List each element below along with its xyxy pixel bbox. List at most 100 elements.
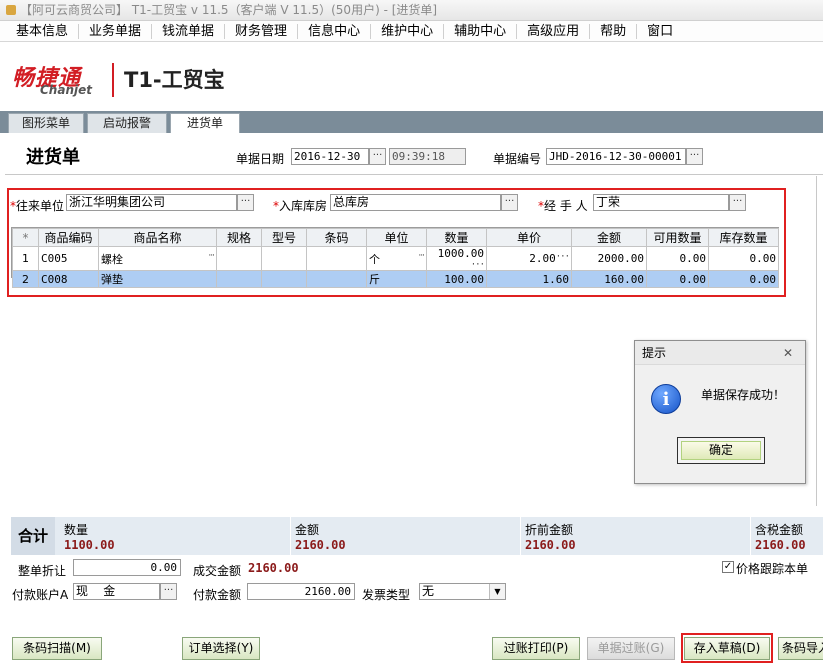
- warehouse-field[interactable]: 总库房: [330, 194, 501, 211]
- cell-available: 0.00: [646, 270, 709, 288]
- cell-available: 0.00: [646, 246, 709, 271]
- menu-maintenance[interactable]: 维护中心: [371, 23, 445, 39]
- barcode-import-button[interactable]: 条码导入: [778, 637, 823, 660]
- col-header[interactable]: 可用数量: [646, 228, 709, 247]
- col-header[interactable]: 库存数量: [708, 228, 779, 247]
- table-row[interactable]: 2 C008 弹垫 斤 100.00 1.60 160.00 0.00 0.00: [12, 270, 779, 288]
- account-field[interactable]: 现 金: [73, 583, 160, 600]
- dialog-title: 提示: [642, 346, 667, 360]
- tab-purchase-order[interactable]: 进货单: [170, 113, 240, 133]
- cell-ellipsis-button[interactable]: ···: [208, 251, 215, 261]
- cell-price[interactable]: 2.00 ···: [486, 246, 572, 271]
- cell-name[interactable]: 螺栓 ···: [98, 246, 217, 271]
- totals-divider: [290, 517, 291, 555]
- menu-help[interactable]: 帮助: [590, 23, 638, 39]
- cell-unit[interactable]: 斤: [366, 270, 427, 288]
- table-header-row: * 商品编码 商品名称 规格 型号 条码 单位 数量 单价 金额 可用数量 库存…: [12, 228, 779, 247]
- cell-barcode[interactable]: [306, 246, 367, 271]
- cell-ellipsis-button[interactable]: ···: [556, 252, 570, 262]
- col-header[interactable]: 商品编码: [38, 228, 99, 247]
- col-header[interactable]: 商品名称: [98, 228, 217, 247]
- cell-code[interactable]: C005: [38, 246, 99, 271]
- account-select-button[interactable]: ···: [160, 583, 177, 600]
- cell-spec[interactable]: [216, 270, 262, 288]
- cell-ellipsis-button[interactable]: ···: [471, 260, 485, 270]
- col-header[interactable]: 单位: [366, 228, 427, 247]
- date-picker-button[interactable]: ···: [369, 148, 386, 165]
- cell-unit-text: 个: [369, 252, 380, 266]
- totals-bar: [11, 517, 823, 555]
- cell-name-text: 螺栓: [101, 252, 123, 266]
- cell-model[interactable]: [261, 270, 307, 288]
- totals-divider: [520, 517, 521, 555]
- cell-amount[interactable]: 2000.00: [571, 246, 647, 271]
- doc-number-button[interactable]: ···: [686, 148, 703, 165]
- chevron-down-icon[interactable]: ▼: [489, 584, 505, 599]
- account-label: 付款账户A: [12, 588, 69, 602]
- col-header[interactable]: 条码: [306, 228, 367, 247]
- menu-bar: 基本信息 业务单据 钱流单据 财务管理 信息中心 维护中心 辅助中心 高级应用 …: [0, 21, 823, 42]
- col-header[interactable]: 型号: [261, 228, 307, 247]
- menu-window[interactable]: 窗口: [637, 24, 683, 39]
- post-document-button: 单据过账(G): [587, 637, 675, 660]
- cell-spec[interactable]: [216, 246, 262, 271]
- handler-select-button[interactable]: ···: [729, 194, 746, 211]
- payment-field[interactable]: 2160.00: [247, 583, 355, 600]
- invoice-type-select[interactable]: 无 ▼: [419, 583, 506, 600]
- menu-advanced[interactable]: 高级应用: [517, 23, 591, 39]
- menu-business-docs[interactable]: 业务单据: [79, 23, 153, 39]
- cell-qty-text: 1000.00: [437, 247, 484, 261]
- message-dialog: 提示 ✕ i 单据保存成功！ 确定: [634, 340, 806, 484]
- menu-basic-info[interactable]: 基本信息: [6, 23, 80, 39]
- tab-graphic-menu[interactable]: 图形菜单: [8, 113, 84, 133]
- product-name: T1-工贸宝: [124, 68, 225, 92]
- dialog-ok-label: 确定: [708, 443, 733, 457]
- discount-field[interactable]: 0.00: [73, 559, 181, 576]
- cell-unit[interactable]: 个 ···: [366, 246, 427, 271]
- cell-name[interactable]: 弹垫: [98, 270, 217, 288]
- col-header[interactable]: 单价: [486, 228, 572, 247]
- close-icon[interactable]: ✕: [783, 341, 793, 365]
- date-field[interactable]: 2016-12-30: [291, 148, 369, 165]
- total-amount-label: 金额: [295, 523, 320, 537]
- pre-discount-value: 2160.00: [525, 538, 576, 552]
- cell-ellipsis-button[interactable]: ···: [418, 251, 425, 261]
- table-row[interactable]: 1 C005 螺栓 ··· 个 ··· 1000.00 ··· 2.00 ··· 200…: [12, 246, 779, 271]
- partner-field[interactable]: 浙江华明集团公司: [66, 194, 237, 211]
- menu-assist[interactable]: 辅助中心: [444, 23, 518, 39]
- partner-label: *往来单位: [10, 197, 64, 214]
- menu-cashflow-docs[interactable]: 钱流单据: [152, 23, 226, 39]
- cell-amount[interactable]: 160.00: [571, 270, 647, 288]
- cell-code[interactable]: C008: [38, 270, 99, 288]
- pre-discount-label: 折前金额: [525, 523, 574, 537]
- cell-stock: 0.00: [708, 270, 779, 288]
- payment-label: 付款金额: [193, 588, 242, 602]
- handler-label: *经 手 人: [538, 197, 588, 214]
- total-qty-label: 数量: [64, 523, 89, 537]
- doc-number-field[interactable]: JHD-2016-12-30-00001: [546, 148, 686, 165]
- tab-startup-alerts[interactable]: 启动报警: [87, 113, 167, 133]
- barcode-scan-button[interactable]: 条码扫描(M): [12, 637, 102, 660]
- cell-model[interactable]: [261, 246, 307, 271]
- warehouse-select-button[interactable]: ···: [501, 194, 518, 211]
- cell-qty[interactable]: 100.00: [426, 270, 487, 288]
- tax-amount-value: 2160.00: [755, 538, 806, 552]
- cell-qty[interactable]: 1000.00 ···: [426, 246, 487, 271]
- panel-edge: [816, 176, 817, 506]
- doc-number-label: 单据编号: [493, 152, 542, 166]
- col-header[interactable]: 规格: [216, 228, 262, 247]
- save-draft-button[interactable]: 存入草稿(D): [684, 637, 770, 660]
- menu-info-center[interactable]: 信息中心: [298, 23, 372, 39]
- order-select-button[interactable]: 订单选择(Y): [182, 637, 260, 660]
- partner-select-button[interactable]: ···: [237, 194, 254, 211]
- handler-field[interactable]: 丁荣: [593, 194, 729, 211]
- dialog-ok-button[interactable]: 确定: [677, 437, 765, 464]
- col-header[interactable]: 金额: [571, 228, 647, 247]
- cell-barcode[interactable]: [306, 270, 367, 288]
- post-print-button[interactable]: 过账打印(P): [492, 637, 580, 660]
- cell-price[interactable]: 1.60: [486, 270, 572, 288]
- col-header[interactable]: 数量: [426, 228, 487, 247]
- menu-finance[interactable]: 财务管理: [225, 23, 299, 39]
- brand-logo-en: Chanjet: [40, 83, 92, 97]
- price-track-checkbox[interactable]: ✓: [722, 561, 734, 573]
